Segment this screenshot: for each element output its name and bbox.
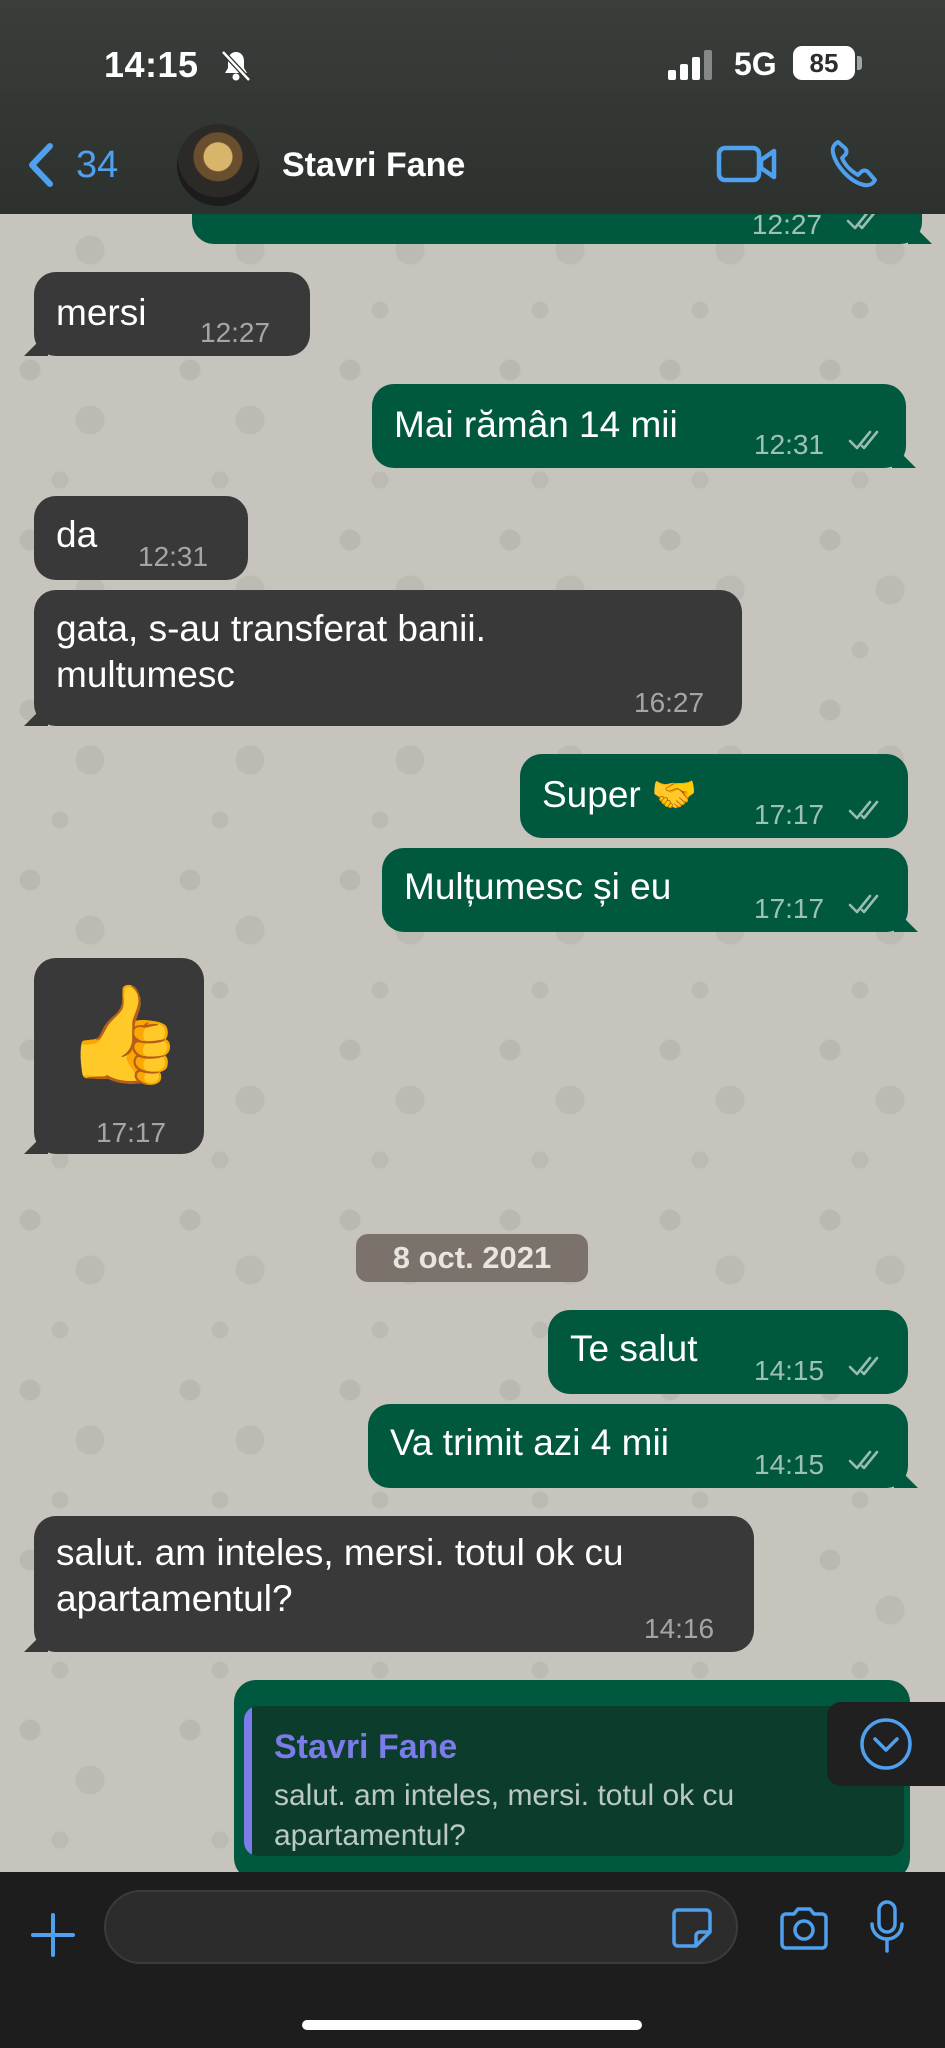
message-text-line: apartamentul? [56,1578,293,1619]
phone-call-icon[interactable] [828,138,878,190]
message-text: Super 🤝 [542,774,698,815]
plus-icon[interactable] [30,1912,76,1958]
message-text: Te salut [570,1328,698,1369]
message-time: 12:27 [200,317,271,348]
back-chevron-icon [29,143,53,187]
message-bubble-outgoing[interactable]: Mai rămân 14 mii 12:31 [372,384,916,468]
message-bubble-incoming[interactable]: gata, s-au transferat banii. multumesc 1… [24,590,742,726]
message-time: 14:16 [644,1613,715,1644]
message-time: 12:31 [138,541,209,572]
back-button[interactable]: 34 [24,140,118,190]
read-ticks-icon [848,1450,879,1470]
message-text: da [56,514,98,555]
camera-icon[interactable] [778,1906,830,1950]
message-bubble-incoming[interactable]: mersi 12:27 [24,272,310,356]
message-input[interactable] [104,1890,738,1964]
sticker-icon[interactable] [670,1906,714,1950]
mute-bell-icon [221,50,251,82]
message-bubble-incoming[interactable]: salut. am inteles, mersi. totul ok cu ap… [24,1516,754,1652]
message-bubble-outgoing[interactable]: Mulțumesc și eu 17:17 [382,848,918,932]
message-bubble-incoming[interactable]: 👍 17:17 [24,958,204,1154]
read-ticks-icon [848,894,879,914]
message-time: 12:31 [754,429,825,460]
scroll-down-icon [860,1718,912,1770]
message-bubble-incoming[interactable]: da 12:31 [34,496,248,580]
quote-text: salut. am inteles, mersi. totul ok cu ap… [274,1779,735,1852]
message-time: 17:17 [754,799,825,830]
message-time: 14:15 [754,1355,825,1386]
message-text-line: multumesc [56,654,235,695]
message-bubble-outgoing[interactable]: Va trimit azi 4 mii 14:15 [368,1404,918,1488]
message-time: 17:17 [754,893,825,924]
quote-sender-name: Stavri Fane [274,1728,458,1766]
signal-icon [668,50,712,80]
battery-nub [857,56,862,70]
message-text: Va trimit azi 4 mii [390,1422,669,1463]
message-text: Mulțumesc și eu [404,866,672,907]
message-time: 14:15 [754,1449,825,1480]
message-bubble-outgoing[interactable]: Super 🤝 17:17 [520,754,908,838]
composer-bar [0,1872,945,2048]
avatar[interactable] [177,124,259,206]
message-bubble-outgoing[interactable]: Te salut 14:15 [548,1310,908,1394]
read-ticks-icon [848,430,879,450]
message-emoji: 👍 [64,981,184,1088]
status-time: 14:15 [104,44,199,85]
date-separator: 8 oct. 2021 [356,1234,588,1282]
microphone-icon[interactable] [868,1900,906,1954]
quote-accent-bar [244,1706,252,1856]
message-text: Mai rămân 14 mii [394,404,678,445]
message-time: 16:27 [634,687,705,718]
chat-header: 14:15 5G 85 34 Stavri Fane [0,0,945,214]
home-indicator [302,2020,642,2030]
contact-name[interactable]: Stavri Fane [282,146,465,185]
message-time: 17:17 [96,1117,167,1148]
message-text-line: salut. am inteles, mersi. totul ok cu [56,1532,624,1573]
reply-quote[interactable]: Stavri Fane salut. am inteles, mersi. to… [244,1706,904,1856]
message-text: mersi [56,292,147,333]
read-ticks-icon [848,800,879,820]
message-text-line: gata, s-au transferat banii. [56,608,486,649]
read-ticks-icon [848,1356,879,1376]
battery-indicator: 85 [793,46,855,80]
network-label: 5G [734,46,777,82]
unread-count: 34 [76,143,119,186]
scroll-down-button[interactable] [827,1702,945,1786]
video-call-icon[interactable] [716,140,778,188]
